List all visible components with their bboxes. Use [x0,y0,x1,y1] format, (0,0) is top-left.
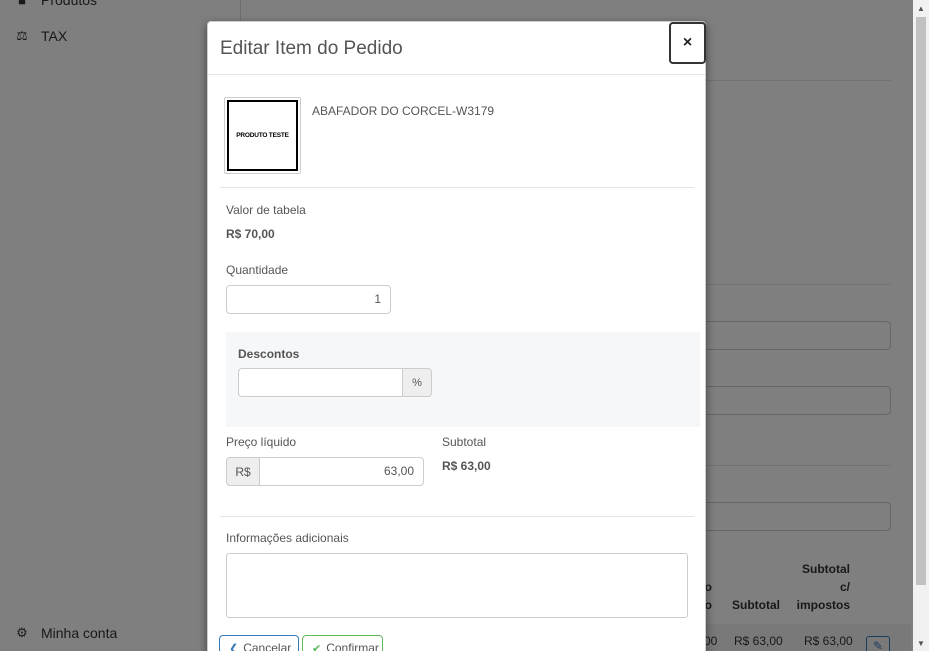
discount-percent-input[interactable] [238,368,404,397]
quantity-label: Quantidade [226,263,289,277]
net-price-input[interactable]: 63,00 [259,457,424,486]
product-image: PRODUTO TESTE [224,97,301,174]
scroll-down-icon[interactable]: ▼ [913,635,929,651]
discounts-panel: Descontos % [226,332,700,427]
list-price-value: R$ 70,00 [226,227,275,241]
confirm-label: Confirmar [326,641,379,651]
modal-header: Editar Item do Pedido × [208,22,706,75]
cancel-button[interactable]: ❮ Cancelar [219,635,299,651]
scrollbar[interactable]: ▲ ▼ [913,0,929,651]
close-icon: × [682,34,693,51]
scroll-up-icon[interactable]: ▲ [913,0,929,16]
notes-label: Informações adicionais [226,531,349,545]
cancel-label: Cancelar [243,641,292,651]
confirm-button[interactable]: ✔ Confirmar [302,635,383,651]
divider [220,187,694,188]
close-button[interactable]: × [669,22,706,64]
scrollbar-thumb[interactable] [916,17,926,585]
chevron-left-icon: ❮ [229,642,239,651]
quantity-input[interactable]: 1 [226,285,391,314]
notes-textarea[interactable] [226,553,688,618]
list-price-label: Valor de tabela [226,203,306,217]
modal-title: Editar Item do Pedido [220,38,403,59]
product-name: ABAFADOR DO CORCEL-W3179 [312,104,495,118]
subtotal-label: Subtotal [442,435,487,449]
discounts-label: Descontos [238,347,300,361]
net-price-label: Preço líquido [226,435,297,449]
subtotal-value: R$ 63,00 [442,459,491,473]
percent-addon: % [402,368,432,397]
divider [220,516,694,517]
product-image-placeholder: PRODUTO TESTE [227,100,298,171]
check-icon: ✔ [312,642,322,651]
edit-item-modal: Editar Item do Pedido × PRODUTO TESTE AB… [207,21,706,651]
currency-addon: R$ [226,457,260,486]
